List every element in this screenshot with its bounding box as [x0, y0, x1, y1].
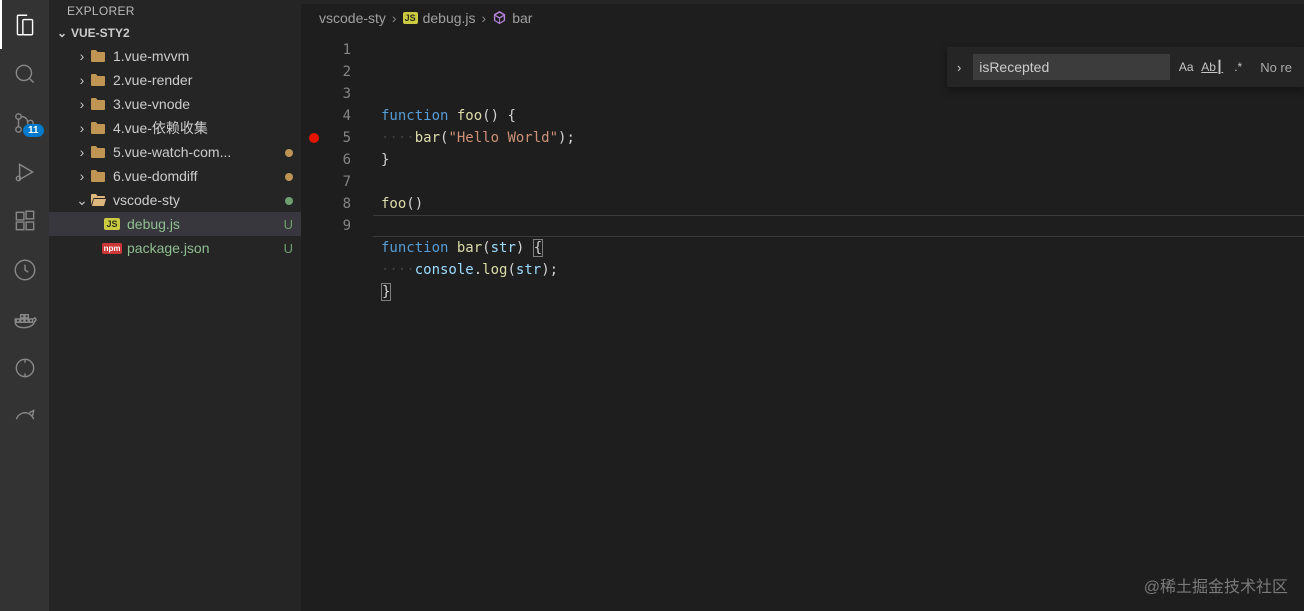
breadcrumb-folder[interactable]: vscode-sty [319, 10, 386, 26]
tree-item-label: vscode-sty [113, 192, 279, 208]
code-line[interactable]: ····bar("Hello World"); [381, 127, 1296, 149]
sidebar-title: EXPLORER [49, 0, 301, 22]
editor[interactable]: 123456789 function foo() {····bar("Hello… [301, 31, 1304, 611]
modified-dot-icon [285, 169, 293, 184]
watermark: @稀土掘金技术社区 [1144, 573, 1288, 597]
match-word-toggle[interactable]: Ab┃ [1202, 57, 1222, 77]
chevron-right-icon: › [482, 10, 487, 26]
tree-item-label: 5.vue-watch-com... [113, 144, 279, 160]
git-status-u: U [284, 217, 293, 232]
search-icon[interactable] [0, 49, 49, 98]
line-number: 7 [301, 171, 351, 193]
chevron-down-icon: ⌄ [75, 193, 89, 207]
line-number: 5 [301, 127, 351, 149]
code-line[interactable]: } [381, 281, 1296, 303]
editor-group: vscode-sty › JS debug.js › bar › Aa Ab┃ … [301, 0, 1304, 611]
tree-item-label: 6.vue-domdiff [113, 168, 279, 184]
scm-badge: 11 [23, 124, 44, 137]
find-input[interactable] [973, 54, 1170, 80]
breadcrumb[interactable]: vscode-sty › JS debug.js › bar [301, 4, 1304, 31]
section-label: VUE-STY2 [71, 26, 130, 40]
find-widget: › Aa Ab┃ .* No re [947, 47, 1304, 87]
line-number-gutter: 123456789 [301, 31, 373, 611]
js-icon: JS [403, 12, 418, 24]
activity-bar: 11 [0, 0, 49, 611]
line-number: 3 [301, 83, 351, 105]
code-line[interactable]: function foo() { [381, 105, 1296, 127]
chevron-right-icon: › [75, 145, 89, 159]
share-icon[interactable] [0, 392, 49, 441]
gitlens-icon[interactable] [0, 343, 49, 392]
chevron-right-icon: › [75, 73, 89, 87]
tree-item-label: 3.vue-vnode [113, 96, 293, 112]
source-control-icon[interactable]: 11 [0, 98, 49, 147]
tree-item-label: 1.vue-mvvm [113, 48, 293, 64]
breakpoint-icon[interactable] [309, 133, 319, 143]
breadcrumb-symbol[interactable]: bar [492, 10, 532, 26]
line-number: 4 [301, 105, 351, 127]
folder-item[interactable]: › 1.vue-mvvm [49, 44, 301, 68]
folder-item[interactable]: › 2.vue-render [49, 68, 301, 92]
modified-dot-icon [285, 193, 293, 208]
chevron-down-icon: ⌄ [55, 26, 69, 40]
tree-item-label: package.json [127, 240, 278, 256]
chevron-right-icon: › [392, 10, 397, 26]
modified-dot-icon [285, 145, 293, 160]
file-tree: › 1.vue-mvvm › 2.vue-render › 3.vue-vnode › 4.v… [49, 44, 301, 611]
find-result-count: No re [1254, 60, 1298, 75]
method-icon [492, 10, 507, 25]
line-number: 2 [301, 61, 351, 83]
regex-toggle[interactable]: .* [1228, 57, 1248, 77]
breadcrumb-file[interactable]: JS debug.js [403, 10, 476, 26]
docker-icon[interactable] [0, 294, 49, 343]
folder-item[interactable]: › 4.vue-依赖收集 [49, 116, 301, 140]
thunder-icon[interactable] [0, 245, 49, 294]
js-icon: JS [104, 218, 119, 230]
code-line[interactable] [381, 171, 1296, 193]
tree-item-label: debug.js [127, 216, 278, 232]
run-debug-icon[interactable] [0, 147, 49, 196]
line-number: 1 [301, 39, 351, 61]
file-item[interactable]: JS debug.js U [49, 212, 301, 236]
tree-item-label: 4.vue-依赖收集 [113, 118, 293, 138]
chevron-right-icon: › [75, 97, 89, 111]
code-area[interactable]: function foo() {····bar("Hello World");}… [373, 31, 1304, 611]
npm-icon: npm [102, 243, 123, 254]
chevron-right-icon: › [75, 169, 89, 183]
sidebar: EXPLORER ⌄ VUE-STY2 › 1.vue-mvvm › 2.vue-re… [49, 0, 301, 611]
git-status-u: U [284, 241, 293, 256]
code-line[interactable]: ····console.log(str); [381, 259, 1296, 281]
explorer-icon[interactable] [0, 0, 49, 49]
code-line[interactable] [381, 215, 1296, 237]
folder-item[interactable]: › 6.vue-domdiff [49, 164, 301, 188]
tree-item-label: 2.vue-render [113, 72, 293, 88]
code-line[interactable]: function bar(str) { [381, 237, 1296, 259]
file-item[interactable]: npm package.json U [49, 236, 301, 260]
code-line[interactable]: } [381, 149, 1296, 171]
find-expand-icon[interactable]: › [951, 51, 967, 83]
folder-item[interactable]: › 5.vue-watch-com... [49, 140, 301, 164]
folder-item[interactable]: › 3.vue-vnode [49, 92, 301, 116]
match-case-toggle[interactable]: Aa [1176, 57, 1196, 77]
chevron-right-icon: › [75, 49, 89, 63]
extensions-icon[interactable] [0, 196, 49, 245]
folder-item[interactable]: ⌄ vscode-sty [49, 188, 301, 212]
chevron-right-icon: › [75, 121, 89, 135]
sidebar-section-header[interactable]: ⌄ VUE-STY2 [49, 22, 301, 44]
code-line[interactable]: foo() [381, 193, 1296, 215]
line-number: 6 [301, 149, 351, 171]
line-number: 8 [301, 193, 351, 215]
line-number: 9 [301, 215, 351, 237]
